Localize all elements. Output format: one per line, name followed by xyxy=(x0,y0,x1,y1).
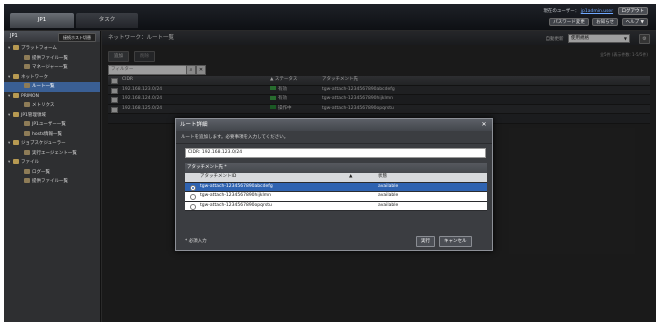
attachment-table: アタッチメントID ▲ 状態 tgw-attach-1234567890abcd… xyxy=(185,173,487,211)
item-icon xyxy=(24,102,30,107)
tab-task[interactable]: タスク xyxy=(76,13,138,28)
sidebar-item-label: 提供ファイル一覧 xyxy=(32,179,68,184)
attachment-row[interactable]: tgw-attach-1234567890opqrstu available xyxy=(185,201,487,211)
sidebar-item-label: JP1ユーザー一覧 xyxy=(32,122,66,127)
screen-frame: JP1 タスク 現在のユーザー： jp1admin.user ログアウト パスワ… xyxy=(0,0,660,327)
sidebar-item-label: マネージャー一覧 xyxy=(32,65,68,70)
item-icon xyxy=(24,149,30,155)
top-bar: JP1 タスク 現在のユーザー： jp1admin.user ログアウト パスワ… xyxy=(4,4,656,30)
sidebar-item[interactable]: JP1ユーザー一覧 xyxy=(4,120,100,130)
sidebar-item-label: メトリクス xyxy=(32,103,55,108)
sidebar-item-label: JP1管理領域 xyxy=(21,112,46,118)
column-header-state[interactable]: 状態 xyxy=(378,173,387,182)
sidebar-item[interactable]: ルート一覧 xyxy=(4,82,100,92)
sidebar-item[interactable]: 提供ファイル一覧 xyxy=(4,54,100,64)
sidebar-item-label: ネットワーク xyxy=(21,74,48,80)
required-note: * 必須入力 xyxy=(185,239,207,244)
attachment-radio[interactable] xyxy=(190,184,196,191)
sidebar-item[interactable]: ▾ PRIMON xyxy=(4,92,100,102)
sidebar-item-label: ルート一覧 xyxy=(32,84,55,89)
attachment-id-cell: tgw-attach-1234567890opqrstu xyxy=(200,202,272,208)
sidebar-item[interactable]: ▾ ジョブスケジューラー xyxy=(4,139,100,149)
sidebar-item-label: 提供ファイル一覧 xyxy=(32,55,68,61)
attachment-radio[interactable] xyxy=(190,203,196,210)
sidebar-item-label: PRIMON xyxy=(21,93,39,99)
attachment-table-body: tgw-attach-1234567890abcdefg available tgw… xyxy=(185,182,487,211)
attachment-section-title: アタッチメント先 * xyxy=(185,163,487,173)
sidebar-header: JP1 接続ホスト切替 xyxy=(4,31,100,42)
sidebar: JP1 接続ホスト切替 ▾ プラットフォーム 提供ファイル一覧 マネージャー一覧 ▾ ネッ… xyxy=(4,31,101,322)
attachment-id-cell: tgw-attach-1234567890abcdefg xyxy=(200,183,273,189)
folder-icon xyxy=(13,73,19,79)
cidr-value: 192.168.123.0/24 xyxy=(201,150,243,155)
switch-host-button[interactable]: 接続ホスト切替 xyxy=(58,33,96,42)
sidebar-item-label: ファイル xyxy=(21,160,39,165)
close-icon[interactable]: ✕ xyxy=(480,121,488,129)
sidebar-item[interactable]: マネージャー一覧 xyxy=(4,63,100,73)
cidr-label: CIDR: xyxy=(188,150,201,155)
attachment-state-cell: available xyxy=(378,193,399,198)
item-icon xyxy=(24,178,30,183)
attachment-row[interactable]: tgw-attach-1234567890abcdefg available xyxy=(185,182,487,192)
utility-buttons: パスワード変更 お知らせ ヘルプ ▼ xyxy=(547,18,648,26)
sidebar-item[interactable]: 実行エージェント一覧 xyxy=(4,149,100,159)
dialog-title-bar: ルート詳細 ✕ xyxy=(176,119,492,131)
user-info: 現在のユーザー： jp1admin.user ログアウト xyxy=(543,7,648,15)
attachment-state-cell: available xyxy=(378,183,399,189)
folder-icon xyxy=(13,92,19,98)
execute-button[interactable]: 実行 xyxy=(416,236,435,247)
sort-asc-icon[interactable]: ▲ xyxy=(349,173,352,182)
user-prefix: 現在のユーザー： xyxy=(543,9,580,14)
sidebar-item[interactable]: メトリクス xyxy=(4,101,100,111)
sidebar-item[interactable]: 提供ファイル一覧 xyxy=(4,177,100,187)
item-icon xyxy=(24,64,30,69)
item-icon xyxy=(24,83,30,88)
tab-jp1[interactable]: JP1 xyxy=(10,13,74,28)
sidebar-item[interactable]: ▾ ネットワーク xyxy=(4,73,100,83)
folder-icon xyxy=(13,159,19,164)
attachment-table-header: アタッチメントID ▲ 状態 xyxy=(185,173,487,183)
folder-icon xyxy=(13,45,19,50)
route-detail-dialog: ルート詳細 ✕ ルートを追加します。必要事項を入力してください。 CIDR: 1… xyxy=(175,118,493,251)
sidebar-item[interactable]: ログ一覧 xyxy=(4,168,100,178)
user-name-link[interactable]: jp1admin.user xyxy=(581,9,613,14)
sidebar-item-label: ジョブスケジューラー xyxy=(21,141,66,146)
sidebar-item[interactable]: hosts情報一覧 xyxy=(4,130,100,140)
column-header-attachment-id[interactable]: アタッチメントID xyxy=(200,173,236,182)
folder-icon xyxy=(13,111,19,117)
item-icon xyxy=(24,121,30,126)
item-icon xyxy=(24,168,30,174)
navigation-tree: ▾ プラットフォーム 提供ファイル一覧 マネージャー一覧 ▾ ネットワーク ルート一覧 ▾ PR… xyxy=(4,42,100,187)
sidebar-item-label: ログ一覧 xyxy=(32,169,50,175)
notice-button[interactable]: お知らせ xyxy=(592,18,619,26)
sidebar-item[interactable]: ▾ JP1管理領域 xyxy=(4,111,100,121)
sidebar-item[interactable]: ▾ プラットフォーム xyxy=(4,44,100,54)
item-icon xyxy=(24,130,30,136)
dialog-description: ルートを追加します。必要事項を入力してください。 xyxy=(176,131,492,144)
cancel-button[interactable]: キャンセル xyxy=(439,236,472,247)
logout-button[interactable]: ログアウト xyxy=(617,7,648,15)
sidebar-item[interactable]: ▾ ファイル xyxy=(4,158,100,168)
change-password-button[interactable]: パスワード変更 xyxy=(549,18,589,26)
sidebar-item-label: プラットフォーム xyxy=(21,46,57,51)
help-menu-button[interactable]: ヘルプ ▼ xyxy=(621,18,648,26)
cidr-field[interactable]: CIDR: 192.168.123.0/24 xyxy=(185,148,486,158)
attachment-row[interactable]: tgw-attach-1234567890hijklmn available xyxy=(185,192,487,202)
attachment-id-cell: tgw-attach-1234567890hijklmn xyxy=(200,193,271,198)
sidebar-title: JP1 xyxy=(10,33,18,39)
sidebar-item-label: 実行エージェント一覧 xyxy=(32,150,77,156)
dialog-title: ルート詳細 xyxy=(180,122,208,128)
sidebar-item-label: hosts情報一覧 xyxy=(32,131,63,137)
folder-icon xyxy=(13,140,19,145)
attachment-state-cell: available xyxy=(378,202,399,208)
item-icon xyxy=(24,54,30,60)
attachment-radio[interactable] xyxy=(190,194,196,200)
